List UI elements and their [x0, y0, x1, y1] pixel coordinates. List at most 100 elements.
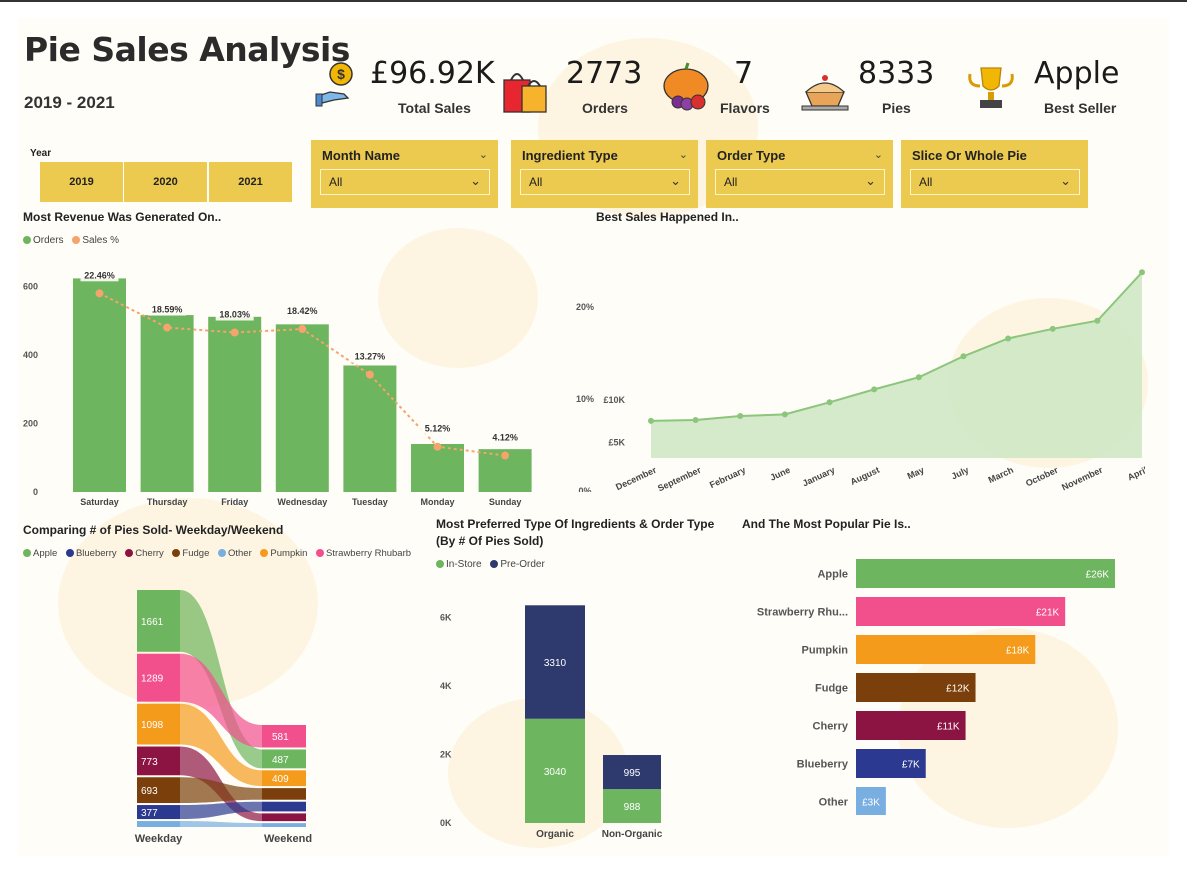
- x-tick-label: May: [906, 465, 926, 481]
- x-tick-label: Saturday: [80, 497, 119, 507]
- y-tick-label: 200: [23, 418, 38, 428]
- legend-item-strawberry-rhubarb[interactable]: Strawberry Rhubarb: [316, 548, 411, 559]
- page-title: Pie Sales Analysis: [24, 30, 350, 69]
- kpi-flavors: 7 Flavors: [660, 56, 780, 116]
- right-tick-label: 0%: [578, 486, 591, 492]
- chevron-down-icon[interactable]: ⌄: [874, 148, 883, 161]
- sales-point: [1049, 325, 1056, 332]
- legend-item-pre-order[interactable]: Pre-Order: [490, 559, 545, 570]
- y-tick-label: 400: [23, 350, 38, 360]
- sales-point: [960, 353, 967, 360]
- trophy-icon: [968, 67, 1014, 108]
- data-label: 13.27%: [355, 352, 386, 362]
- x-tick-label: August: [849, 465, 881, 487]
- y-tick-label: 6K: [440, 612, 452, 622]
- sales-point: [826, 399, 833, 406]
- y-tick-label: Other: [819, 797, 849, 809]
- sales-point: [781, 411, 788, 418]
- data-label: 1289: [141, 674, 164, 685]
- data-label: 1098: [141, 720, 164, 731]
- right-tick-label: 10%: [576, 394, 594, 404]
- x-tick-label: Non-Organic: [602, 829, 663, 840]
- y-tick-label: 2K: [440, 749, 452, 759]
- data-label: £12K: [946, 684, 970, 695]
- ingredients-order-type-title: Most Preferred Type Of Ingredients & Ord…: [436, 517, 715, 531]
- order-type-value: All: [724, 175, 738, 189]
- year-button-2021[interactable]: 2021: [209, 162, 292, 202]
- chevron-down-icon: ⌄: [670, 173, 681, 188]
- legend-item-cherry[interactable]: Cherry: [125, 548, 164, 559]
- y-tick-label: Apple: [817, 569, 848, 581]
- legend-item-blueberry[interactable]: Blueberry: [65, 548, 117, 559]
- slicer-order-type: Order Type ⌄ All ⌄: [706, 140, 893, 208]
- sales-point: [1094, 317, 1101, 324]
- svg-text:$: $: [337, 66, 345, 82]
- sales-pct-point: [163, 323, 172, 332]
- x-tick-label: Sunday: [489, 497, 522, 507]
- slicer-ingredient-type-title: Ingredient Type: [522, 148, 618, 163]
- data-label: 988: [624, 802, 641, 813]
- month-name-dropdown[interactable]: All ⌄: [320, 169, 490, 195]
- legend-item-orders[interactable]: Orders: [23, 235, 64, 246]
- bar-orders-monday: [411, 444, 464, 492]
- y-tick-label: 4K: [440, 681, 452, 691]
- ingredient-type-dropdown[interactable]: All ⌄: [520, 169, 690, 195]
- slicer-slice-or-whole-title: Slice Or Whole Pie: [912, 148, 1027, 163]
- x-tick-label: November: [1060, 465, 1105, 492]
- x-tick-label: Weekend: [264, 833, 312, 845]
- pumpkin-harvest-icon: [663, 62, 709, 111]
- popular-pie-chart: Apple £26K Strawberry Rhu... £21K Pumpkin £18…: [757, 559, 1115, 815]
- legend-item-pumpkin[interactable]: Pumpkin: [260, 548, 307, 559]
- sales-pct-point: [230, 328, 239, 337]
- data-label: 995: [624, 768, 641, 779]
- slice-or-whole-dropdown[interactable]: All ⌄: [910, 169, 1080, 195]
- weekday-weekend-title: Comparing # of Pies Sold- Weekday/Weeken…: [23, 523, 284, 537]
- kpi-flavors-label: Flavors: [720, 100, 770, 116]
- ingredients-order-type-chart: 0K 2K 4K 6K 3040 3310 Organic 988 995 Non-Organic: [440, 605, 663, 840]
- sales-point: [648, 417, 654, 424]
- legend-item-in-store[interactable]: In-Store: [436, 559, 482, 570]
- data-label: 18.03%: [219, 310, 250, 320]
- year-filter-caption: Year: [30, 148, 52, 159]
- legend-item-fudge[interactable]: Fudge: [172, 548, 209, 559]
- sales-pct-point: [298, 325, 307, 334]
- kpi-flavors-value: 7: [734, 56, 754, 91]
- shopping-bags-icon: [503, 73, 547, 113]
- x-tick-label: January: [801, 465, 837, 489]
- weekday-weekend-legend: Apple Blueberry Cherry Fudge Other Pumpk…: [23, 548, 417, 559]
- legend-item-other[interactable]: Other: [218, 548, 252, 559]
- bar-orders-tuesday: [343, 365, 397, 492]
- kpi-orders: 2773 Orders: [502, 56, 652, 116]
- slicer-slice-or-whole: Slice Or Whole Pie All ⌄: [901, 140, 1088, 208]
- kpi-orders-label: Orders: [582, 100, 628, 116]
- chevron-down-icon: ⌄: [865, 173, 876, 188]
- data-label: 22.46%: [84, 270, 115, 280]
- x-tick-label: March: [987, 465, 1015, 485]
- weekday-weekend-chart: 1661 1289 1098 773 693 377 581 487 409 Weekday Wee…: [135, 590, 312, 845]
- chevron-down-icon[interactable]: ⌄: [679, 148, 688, 161]
- sales-by-month-title: Best Sales Happened In..: [596, 210, 739, 224]
- kpi-best-seller-value: Apple: [1034, 56, 1120, 91]
- kpi-best-seller: Apple Best Seller: [966, 56, 1136, 116]
- legend-item-apple[interactable]: Apple: [23, 548, 57, 559]
- slicer-month-name: Month Name ⌄ All ⌄: [311, 140, 498, 208]
- month-name-value: All: [329, 175, 343, 189]
- slicer-order-type-title: Order Type: [717, 148, 786, 163]
- year-button-2020[interactable]: 2020: [124, 162, 208, 202]
- bar-orders-wednesday: [275, 324, 329, 492]
- date-range: 2019 - 2021: [24, 93, 115, 112]
- order-type-dropdown[interactable]: All ⌄: [715, 169, 885, 195]
- year-button-2019[interactable]: 2019: [40, 162, 124, 202]
- y-tick-label: Blueberry: [797, 759, 849, 771]
- sales-area: [651, 272, 1142, 458]
- slicer-month-name-title: Month Name: [322, 148, 400, 163]
- x-tick-label: Friday: [221, 497, 248, 507]
- data-label: 18.42%: [287, 306, 318, 316]
- kpi-best-seller-label: Best Seller: [1044, 100, 1117, 116]
- data-label: £3K: [862, 798, 880, 809]
- chevron-down-icon[interactable]: ⌄: [479, 148, 488, 161]
- sales-point: [692, 417, 699, 424]
- bar-orders-thursday: [140, 315, 194, 492]
- legend-item-sales-pct[interactable]: Sales %: [72, 235, 119, 246]
- weekend-node-blueberry: [262, 801, 306, 812]
